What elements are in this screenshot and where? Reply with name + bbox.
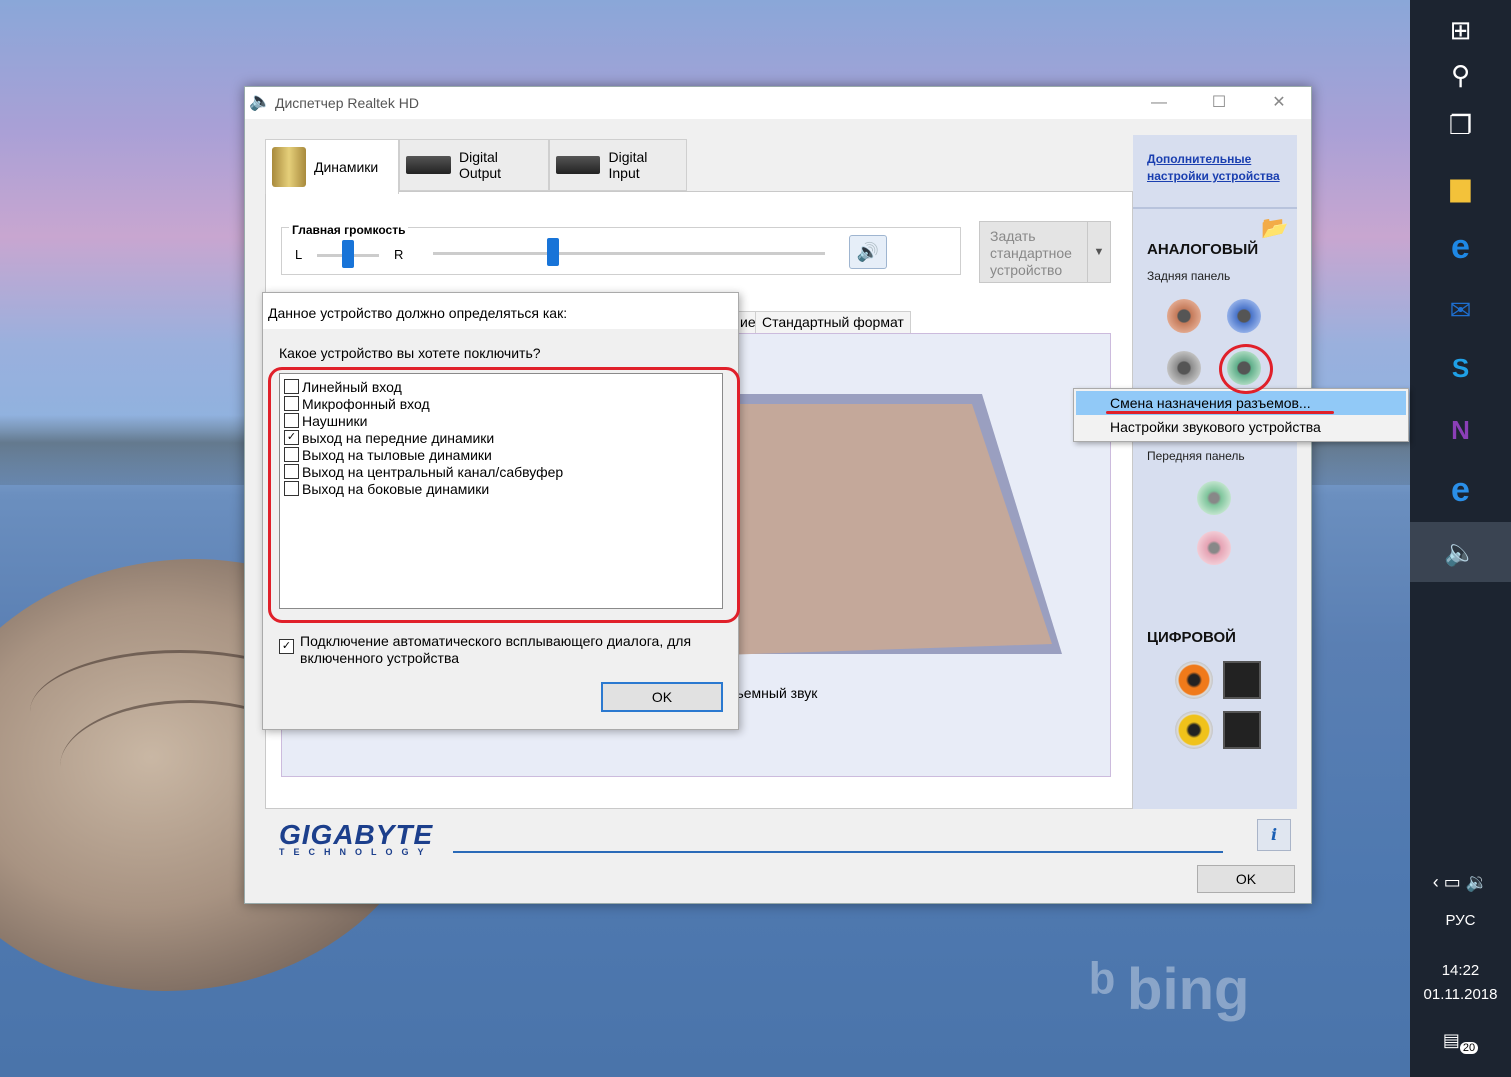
taskbar: ⊞ ⚲ ❐ ▆ e ✉ S N e 🔈 ‹ ▭ 🔉 РУС 14:22 01.1… (1410, 0, 1511, 1077)
tab-label: Digital Output (459, 149, 502, 181)
balance-left-label: L (295, 247, 303, 262)
rear-jack-blue[interactable] (1227, 299, 1261, 333)
annotation-red-underline (1106, 411, 1334, 414)
annotation-red-frame (268, 367, 740, 623)
connector-side-panel: Дополнительные настройки устройства 📂 АН… (1133, 135, 1297, 809)
annotation-red-circle (1219, 344, 1273, 394)
file-explorer-icon[interactable]: ▆ (1410, 157, 1511, 217)
auto-popup-checkbox[interactable]: ✓ (279, 639, 294, 654)
dialog-title: Данное устройство должно определяться ка… (268, 305, 568, 321)
clock-time[interactable]: 14:22 (1410, 962, 1511, 979)
digital-input-icon (556, 156, 601, 174)
close-button[interactable]: ✕ (1259, 91, 1299, 115)
notification-center-icon[interactable]: ▤ 20 (1410, 1030, 1511, 1054)
tray-icons[interactable]: ‹ ▭ 🔉 (1410, 872, 1511, 893)
advanced-settings-link[interactable]: Дополнительные настройки устройства (1147, 151, 1292, 185)
front-panel-label: Передняя панель (1147, 449, 1245, 463)
coaxial-out-jack[interactable] (1175, 661, 1213, 699)
jack-context-menu: Смена назначения разъемов... Настройки з… (1073, 388, 1409, 442)
speaker-icon: 🔈 (249, 91, 272, 111)
skype-icon[interactable]: S (1410, 338, 1511, 398)
realtek-speaker-icon[interactable]: 🔈 (1410, 522, 1511, 582)
front-jack-green[interactable] (1197, 481, 1231, 515)
optical-in-jack[interactable] (1223, 711, 1261, 749)
tab-speakers[interactable]: Динамики (265, 139, 399, 194)
title-bar: 🔈 Диспетчер Realtek HD — ☐ ✕ (245, 87, 1311, 119)
volume-slider-thumb[interactable] (547, 238, 559, 266)
balance-slider-thumb[interactable] (342, 240, 354, 268)
language-indicator[interactable]: РУС (1410, 912, 1511, 929)
mute-speaker-button[interactable]: 🔊 (849, 235, 887, 269)
outlook-icon[interactable]: ✉ (1410, 280, 1511, 340)
edge-icon[interactable]: e (1410, 217, 1511, 277)
digital-output-icon (406, 156, 451, 174)
volume-slider-track[interactable] (433, 252, 825, 255)
optical-out-jack[interactable] (1223, 661, 1261, 699)
task-view-icon[interactable]: ❐ (1410, 95, 1511, 155)
folder-icon[interactable]: 📂 (1261, 215, 1288, 241)
auto-popup-option[interactable]: ✓ Подключение автоматического всплывающе… (279, 633, 719, 667)
balance-right-label: R (394, 247, 404, 262)
surround-label: ъемный звук (735, 685, 818, 701)
side-separator (1133, 207, 1297, 209)
chevron-down-icon[interactable]: ▼ (1087, 222, 1110, 282)
tab-digital-input[interactable]: Digital Input (549, 139, 687, 191)
notification-count: 20 (1459, 1041, 1479, 1054)
dialog-question: Какое устройство вы хотете поключить? (279, 345, 541, 361)
set-default-label: Задать стандартное устройство (990, 228, 1072, 278)
auto-popup-label: Подключение автоматического всплывающего… (300, 633, 692, 666)
gigabyte-logo-sub: TECHNOLOGY (279, 847, 433, 857)
tab-label: Digital Input (608, 149, 648, 181)
tab-label: Динамики (314, 159, 379, 175)
info-button[interactable]: i (1257, 819, 1291, 851)
set-default-device-button[interactable]: Задать стандартное устройство ▼ (979, 221, 1111, 283)
rear-jack-orange[interactable] (1167, 299, 1201, 333)
menu-item-audio-device-settings[interactable]: Настройки звукового устройства (1076, 415, 1406, 439)
tab-digital-output[interactable]: Digital Output (399, 139, 549, 191)
onenote-icon[interactable]: N (1410, 400, 1511, 460)
bing-watermark: ᵇ bing (1090, 951, 1250, 1023)
rear-jack-gray[interactable] (1167, 351, 1201, 385)
main-ok-button[interactable]: OK (1197, 865, 1295, 893)
maximize-button[interactable]: ☐ (1199, 91, 1239, 115)
window-title: Диспетчер Realtek HD (275, 95, 419, 111)
minimize-button[interactable]: — (1139, 91, 1179, 115)
internet-explorer-icon[interactable]: e (1410, 460, 1511, 520)
dialog-title-bar: Данное устройство должно определяться ка… (263, 293, 738, 329)
clock-date[interactable]: 01.11.2018 (1410, 986, 1511, 1003)
brand-line (453, 851, 1223, 853)
digital-title: ЦИФРОВОЙ (1147, 629, 1236, 646)
dialog-ok-button[interactable]: OK (601, 682, 723, 712)
analog-title: АНАЛОГОВЫЙ (1147, 241, 1259, 258)
main-volume-label: Главная громкость (289, 223, 409, 237)
back-panel-label: Задняя панель (1147, 269, 1231, 283)
speakers-device-icon (272, 147, 306, 187)
front-jack-pink[interactable] (1197, 531, 1231, 565)
coaxial-in-jack[interactable] (1175, 711, 1213, 749)
bing-logo-icon: ᵇ (1090, 951, 1116, 1023)
